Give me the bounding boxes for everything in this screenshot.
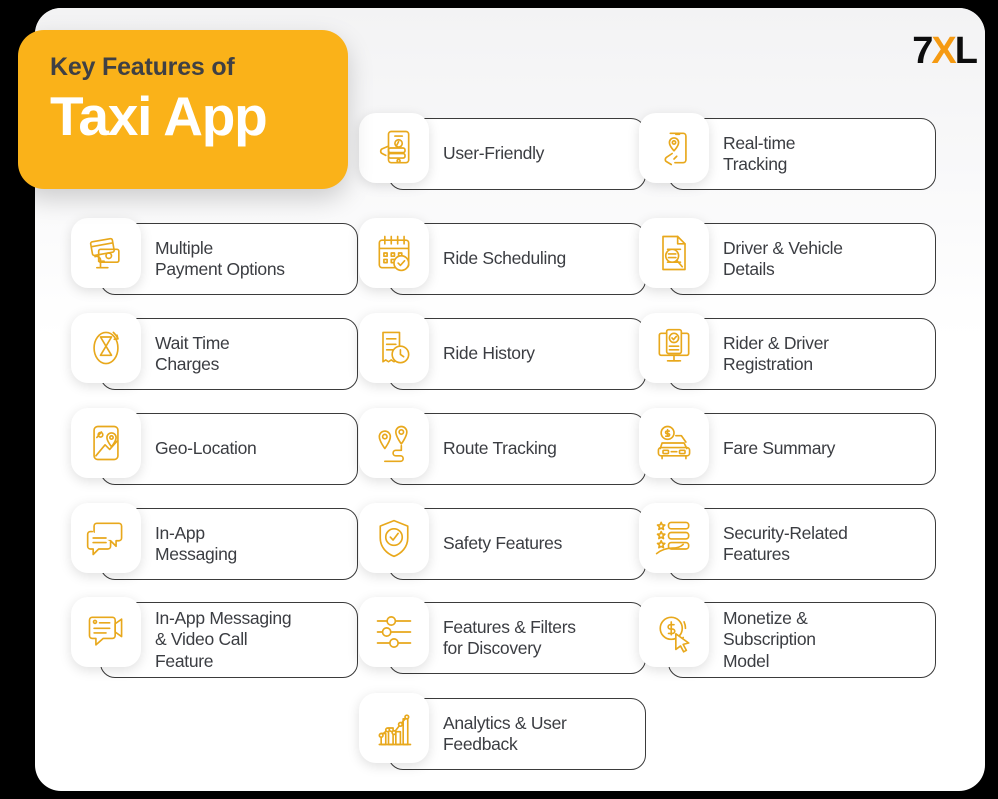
feature-label-ride-history: Ride History — [443, 343, 535, 364]
feature-card-fare-summary[interactable]: Fare Summary — [639, 408, 936, 485]
star-list-hand-icon — [639, 503, 709, 573]
feature-card-rider-registration[interactable]: Rider & Driver Registration — [639, 313, 936, 390]
feature-card-monetize[interactable]: Monetize & Subscription Model — [639, 597, 936, 678]
feature-card-features-filters[interactable]: Features & Filters for Discovery — [359, 597, 646, 674]
logo-l: L — [954, 30, 978, 72]
document-search-icon — [639, 218, 709, 288]
bar-chart-line-icon — [359, 693, 429, 763]
video-chat-icon — [71, 597, 141, 667]
page-title: Taxi App — [50, 84, 268, 147]
feature-label-monetize: Monetize & Subscription Model — [723, 607, 816, 671]
map-pin-icon — [71, 408, 141, 478]
cards-cash-icon — [71, 218, 141, 288]
brand-logo: 7XL — [912, 30, 978, 72]
feature-label-video-call: In-App Messaging & Video Call Feature — [155, 607, 292, 671]
phone-location-icon — [639, 113, 709, 183]
hourglass-icon — [71, 313, 141, 383]
logo-seven: 7 — [912, 30, 933, 72]
feature-label-driver-vehicle: Driver & Vehicle Details — [723, 237, 843, 279]
feature-label-wait-time-charges: Wait Time Charges — [155, 332, 230, 374]
feature-card-wait-time-charges[interactable]: Wait Time Charges — [71, 313, 358, 390]
feature-card-real-time-tracking[interactable]: Real-time Tracking — [639, 113, 936, 190]
title-card: Key Features of Taxi App — [18, 30, 348, 189]
phone-hand-icon — [359, 113, 429, 183]
logo-x: X — [931, 30, 956, 72]
feature-label-security-related: Security-Related Features — [723, 522, 848, 564]
feature-label-safety-features: Safety Features — [443, 533, 563, 554]
dollar-cursor-icon — [639, 597, 709, 667]
title-subtitle: Key Features of — [50, 53, 235, 81]
feature-card-in-app-messaging[interactable]: In-App Messaging — [71, 503, 358, 580]
feature-label-features-filters: Features & Filters for Discovery — [443, 616, 576, 658]
feature-label-multiple-payment: Multiple Payment Options — [155, 237, 285, 279]
infographic-stage: Key Features of Taxi App 7XL User-Friend… — [0, 0, 998, 799]
feature-card-ride-scheduling[interactable]: Ride Scheduling — [359, 218, 646, 295]
feature-card-user-friendly[interactable]: User-Friendly — [359, 113, 646, 190]
feature-card-route-tracking[interactable]: Route Tracking — [359, 408, 646, 485]
shield-check-icon — [359, 503, 429, 573]
feature-label-analytics: Analytics & User Feedback — [443, 712, 567, 754]
feature-label-rider-registration: Rider & Driver Registration — [723, 332, 829, 374]
feature-card-security-related[interactable]: Security-Related Features — [639, 503, 936, 580]
receipt-clock-icon — [359, 313, 429, 383]
taxi-dollar-icon — [639, 408, 709, 478]
feature-label-geo-location: Geo-Location — [155, 438, 257, 459]
feature-label-fare-summary: Fare Summary — [723, 438, 836, 459]
feature-card-geo-location[interactable]: Geo-Location — [71, 408, 358, 485]
route-pins-icon — [359, 408, 429, 478]
feature-label-real-time-tracking: Real-time Tracking — [723, 132, 796, 174]
feature-label-ride-scheduling: Ride Scheduling — [443, 248, 566, 269]
chat-bubbles-icon — [71, 503, 141, 573]
feature-card-driver-vehicle[interactable]: Driver & Vehicle Details — [639, 218, 936, 295]
sliders-icon — [359, 597, 429, 667]
feature-card-video-call[interactable]: In-App Messaging & Video Call Feature — [71, 597, 358, 678]
feature-card-safety-features[interactable]: Safety Features — [359, 503, 646, 580]
feature-card-multiple-payment[interactable]: Multiple Payment Options — [71, 218, 358, 295]
monitor-check-icon — [639, 313, 709, 383]
feature-card-analytics[interactable]: Analytics & User Feedback — [359, 693, 646, 770]
calendar-check-icon — [359, 218, 429, 288]
feature-label-in-app-messaging: In-App Messaging — [155, 522, 237, 564]
feature-label-route-tracking: Route Tracking — [443, 438, 557, 459]
feature-card-ride-history[interactable]: Ride History — [359, 313, 646, 390]
feature-label-user-friendly: User-Friendly — [443, 143, 545, 164]
